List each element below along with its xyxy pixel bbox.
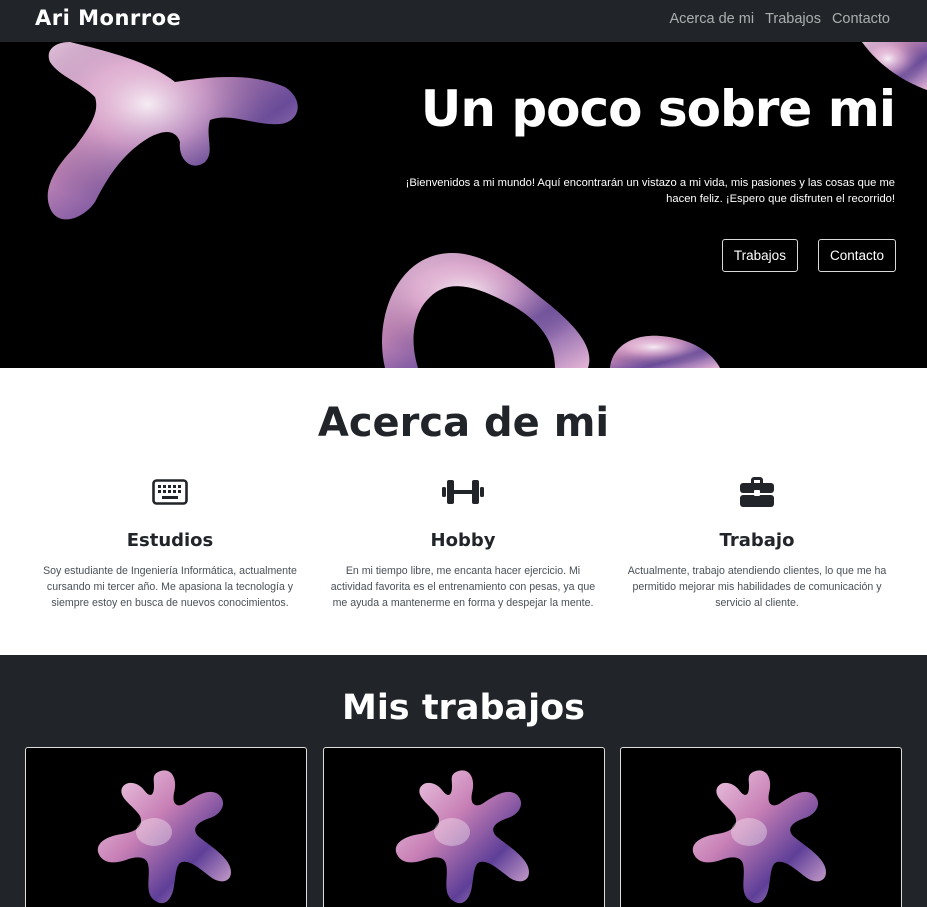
nav-link-contacto[interactable]: Contacto [832, 11, 890, 27]
work-card-image [395, 770, 529, 904]
works-section: Mis trabajos [0, 655, 927, 907]
contacto-button[interactable]: Contacto [817, 239, 896, 272]
about-section: Acerca de mi Estudios Soy estudiante de … [0, 368, 927, 655]
hero-intro-text: ¡Bienvenidos a mi mundo! Aquí encontrará… [375, 175, 895, 207]
trabajo-text: Actualmente, trabajo atendiendo clientes… [627, 565, 887, 609]
nav-link-acerca[interactable]: Acerca de mi [669, 11, 754, 27]
nav-link-trabajos[interactable]: Trabajos [765, 11, 821, 27]
briefcase-icon [612, 476, 902, 508]
works-title: Mis trabajos [341, 688, 585, 728]
keyboard-icon [25, 476, 315, 508]
splash-blob-bottom-ring [382, 252, 590, 368]
hobby-heading: Hobby [430, 530, 496, 551]
trabajo-heading: Trabajo [719, 530, 795, 551]
about-title: Acerca de mi [317, 400, 610, 446]
hero-intro-line-2: hacen feliz. ¡Espero que disfruten el re… [666, 193, 895, 205]
about-col-trabajo: Trabajo Actualmente, trabajo atendiendo … [612, 476, 902, 611]
dumbbell-icon [318, 476, 608, 508]
work-card-image [692, 770, 826, 904]
navbar: Ari Monrroe Acerca de mi Trabajos Contac… [0, 0, 927, 42]
work-card-2[interactable] [323, 747, 605, 907]
splash-blob-top-left [47, 42, 298, 220]
hobby-text: En mi tiempo libre, me encanta hacer eje… [330, 565, 596, 609]
splash-blob-bottom-small [610, 335, 720, 368]
nav-links: Acerca de mi Trabajos Contacto [669, 11, 890, 27]
estudios-heading: Estudios [126, 530, 214, 551]
hero-intro-line-1: ¡Bienvenidos a mi mundo! Aquí encontrará… [405, 177, 895, 189]
hero-section: Un poco sobre mi ¡Bienvenidos a mi mundo… [0, 42, 927, 368]
work-card-image [97, 770, 231, 904]
estudios-text: Soy estudiante de Ingeniería Informática… [43, 565, 297, 609]
hero-title: Un poco sobre mi [420, 80, 896, 138]
work-card-1[interactable] [25, 747, 307, 907]
about-col-hobby: Hobby En mi tiempo libre, me encanta hac… [318, 476, 608, 611]
about-col-estudios: Estudios Soy estudiante de Ingeniería In… [25, 476, 315, 611]
trabajos-button[interactable]: Trabajos [721, 239, 798, 272]
brand-logo[interactable]: Ari Monrroe [35, 6, 181, 30]
hero-buttons: Trabajos Contacto [721, 239, 896, 272]
work-card-3[interactable] [620, 747, 902, 907]
